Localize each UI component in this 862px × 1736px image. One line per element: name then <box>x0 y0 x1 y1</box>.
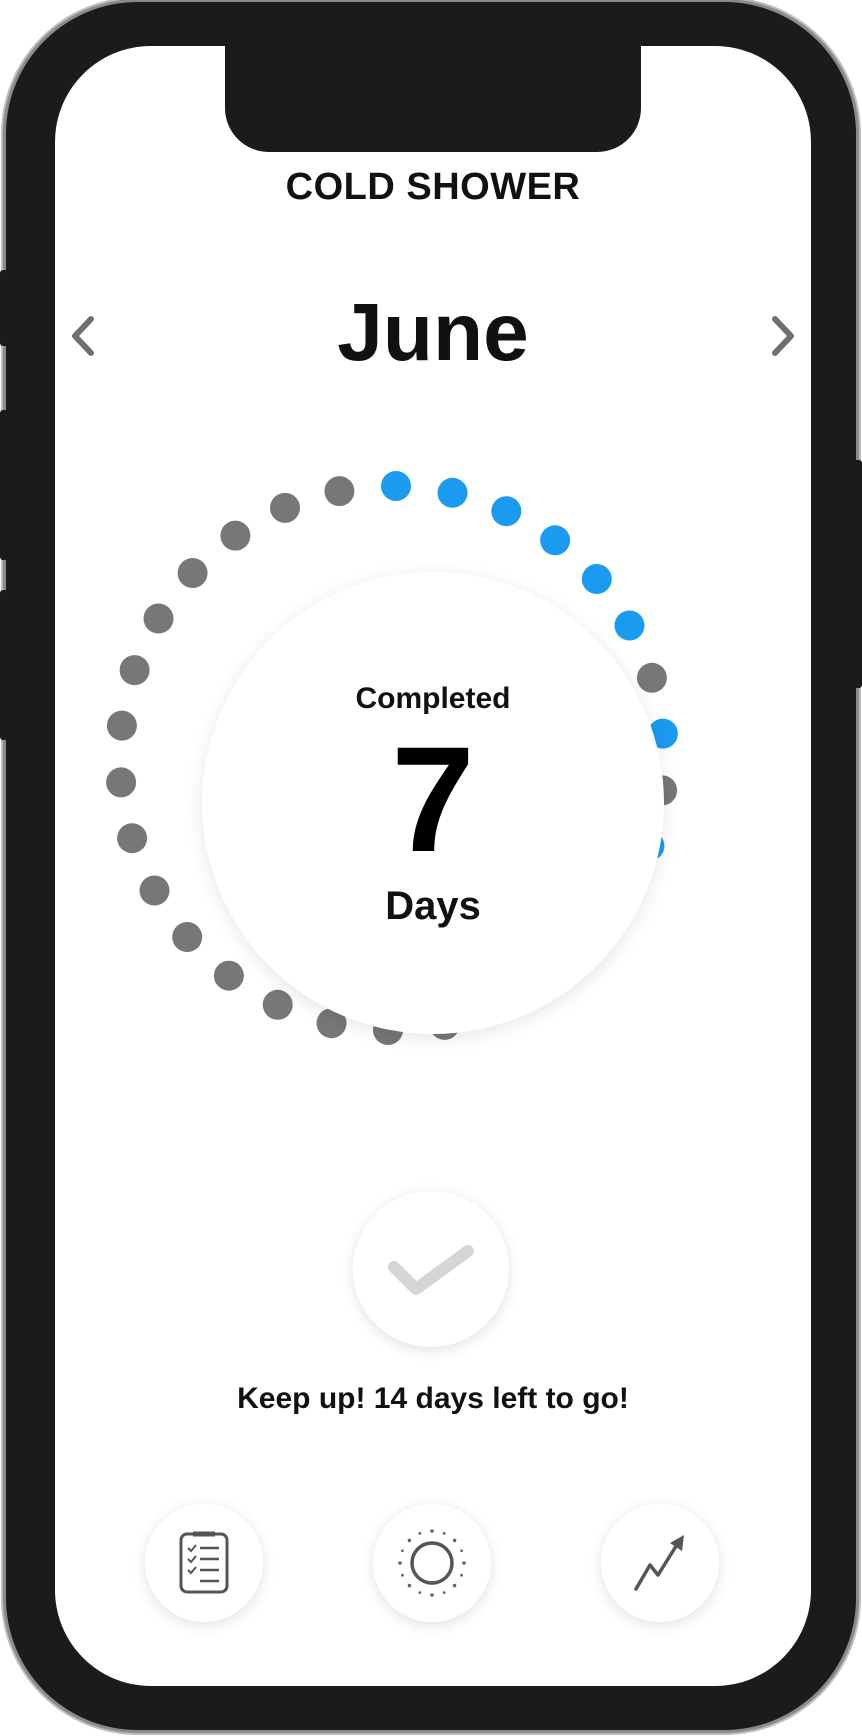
day-dot-22 <box>117 823 148 854</box>
trend-chart-icon <box>634 1535 684 1591</box>
motivation-message: Keep up! 14 days left to go! <box>237 1382 629 1415</box>
power-button <box>854 460 862 688</box>
app-title: COLD SHOWER <box>285 166 581 208</box>
day-dot-19 <box>213 960 244 991</box>
tab-checklist[interactable] <box>145 1504 263 1622</box>
notch <box>225 46 641 152</box>
day-dot-27 <box>177 558 208 588</box>
completed-label: Completed <box>355 682 511 715</box>
volume-down-button <box>0 590 8 740</box>
day-dot-26 <box>143 603 174 634</box>
checklist-icon <box>179 1531 229 1594</box>
next-month-button[interactable] <box>761 304 807 368</box>
silent-switch <box>0 270 8 346</box>
day-dot-2 <box>437 477 468 508</box>
page: COLD SHOWER June Completed 7 Days Keep u… <box>0 0 862 1736</box>
day-dot-4 <box>540 525 571 556</box>
day-dot-18 <box>262 989 293 1020</box>
app-screen: COLD SHOWER June Completed 7 Days Keep u… <box>55 46 811 1686</box>
volume-up-button <box>0 410 8 560</box>
day-dot-25 <box>119 655 150 686</box>
tab-today[interactable] <box>373 1504 491 1622</box>
day-dot-24 <box>106 710 137 741</box>
day-dot-1 <box>381 471 411 501</box>
day-dot-20 <box>172 922 203 952</box>
day-dot-3 <box>491 496 522 527</box>
checkmark-icon <box>388 1245 474 1295</box>
completed-summary-card: Completed 7 Days <box>202 572 664 1034</box>
day-dot-21 <box>139 875 170 906</box>
chevron-right-icon <box>772 316 794 356</box>
day-dot-5 <box>581 564 612 594</box>
tab-stats[interactable] <box>601 1504 719 1622</box>
days-label: Days <box>385 884 481 928</box>
mark-done-button[interactable] <box>353 1191 509 1347</box>
day-dot-6 <box>614 610 645 641</box>
day-dot-29 <box>270 492 300 523</box>
sun-icon <box>398 1529 466 1597</box>
day-dot-30 <box>324 476 355 507</box>
day-dot-28 <box>220 520 251 551</box>
completed-count: 7 <box>391 715 475 883</box>
month-label: June <box>337 287 529 378</box>
day-dot-23 <box>106 767 137 798</box>
